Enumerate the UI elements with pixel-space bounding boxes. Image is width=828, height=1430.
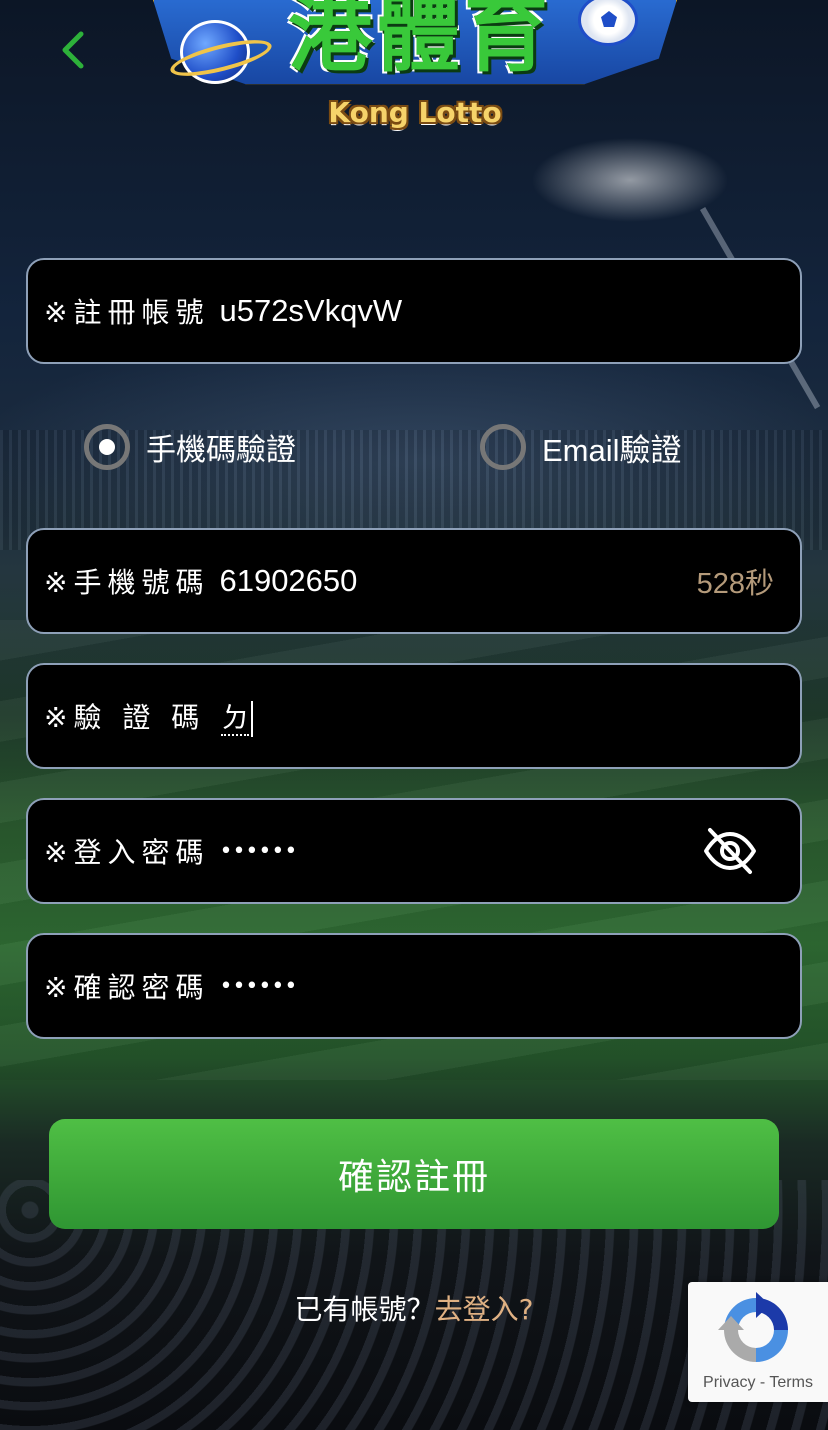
account-field[interactable]: ※註冊帳號 u572sVkqvW (26, 258, 802, 364)
confirm-password-input[interactable]: •••••• (219, 974, 297, 999)
recaptcha-separator: - (755, 1374, 770, 1391)
brand-logo: 港體育 Kong Lotto (150, 0, 680, 140)
submit-register-button[interactable]: 確認註冊 (49, 1119, 779, 1229)
verify-option-phone[interactable]: 手機碼驗證 (84, 420, 296, 474)
recaptcha-links: Privacy - Terms (688, 1374, 828, 1392)
verify-option-email-label: Email驗證 (542, 432, 682, 468)
go-login-link[interactable]: 去登入? (435, 1293, 534, 1326)
phone-input[interactable]: 61902650 (219, 563, 357, 599)
confirm-password-field[interactable]: ※確認密碼 •••••• (26, 933, 802, 1039)
radio-phone[interactable] (84, 424, 130, 470)
password-label: ※登入密碼 (44, 836, 210, 869)
password-field[interactable]: ※登入密碼 •••••• (26, 798, 802, 904)
sms-countdown: 528秒 (696, 568, 774, 600)
confirm-password-label: ※確認密碼 (44, 971, 210, 1004)
verify-option-email[interactable]: Email驗證 (480, 420, 682, 474)
text-caret (251, 700, 254, 737)
code-input[interactable]: ㄉ (221, 696, 254, 737)
eye-off-icon[interactable] (702, 826, 758, 876)
phone-field[interactable]: ※手機號碼 61902650 528秒 (26, 528, 802, 634)
login-prompt-text: 已有帳號？ (294, 1293, 435, 1326)
logo-title: 港體育 (287, 0, 552, 83)
account-input[interactable]: u572sVkqvW (219, 293, 402, 329)
code-label: ※驗 證 碼 (44, 701, 206, 734)
account-label: ※註冊帳號 (44, 296, 210, 329)
recaptcha-badge[interactable]: Privacy - Terms (688, 1282, 828, 1402)
recaptcha-icon (718, 1292, 788, 1362)
back-button[interactable] (52, 28, 92, 72)
verify-option-phone-label: 手機碼驗證 (146, 433, 296, 468)
code-field[interactable]: ※驗 證 碼 ㄉ (26, 663, 802, 769)
password-input[interactable]: •••••• (219, 839, 297, 864)
code-input-text: ㄉ (221, 700, 250, 736)
phone-label: ※手機號碼 (44, 566, 210, 599)
logo-subtitle: Kong Lotto (328, 96, 502, 129)
privacy-link[interactable]: Privacy (703, 1374, 755, 1391)
chevron-left-icon (62, 31, 84, 69)
terms-link[interactable]: Terms (769, 1374, 813, 1391)
radio-email[interactable] (480, 424, 526, 470)
